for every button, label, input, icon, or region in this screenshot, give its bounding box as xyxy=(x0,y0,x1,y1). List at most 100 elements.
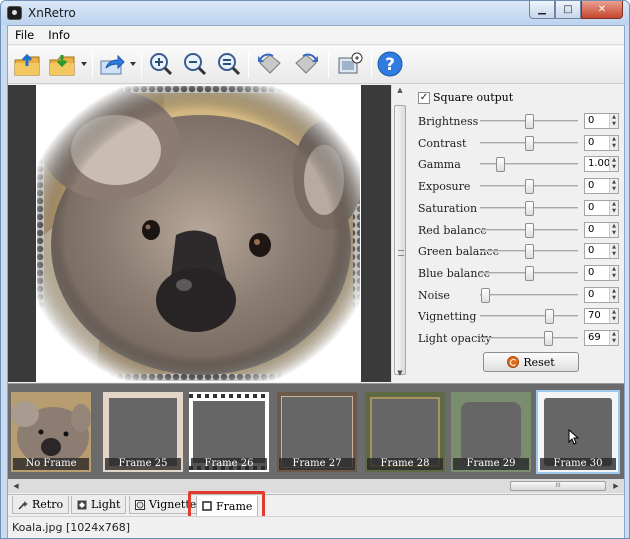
value-spinbox[interactable]: 0 ▲ ▼ xyxy=(584,286,619,303)
spinbox-value[interactable]: 0 xyxy=(588,267,594,278)
spin-up-arrow-icon[interactable]: ▲ xyxy=(610,114,618,121)
slider-thumb[interactable] xyxy=(525,265,534,281)
value-spinbox[interactable]: 69 ▲ ▼ xyxy=(584,330,619,346)
checkbox-check-icon[interactable]: ✓ xyxy=(418,91,430,104)
value-spinbox[interactable]: 0 ▲ ▼ xyxy=(584,134,619,151)
zoom-in-button[interactable] xyxy=(146,49,176,79)
spin-up-arrow-icon[interactable]: ▲ xyxy=(610,288,618,295)
spinbox-value[interactable]: 0 xyxy=(588,202,594,213)
slider-thumb[interactable] xyxy=(525,200,534,216)
rotate-right-button[interactable] xyxy=(291,49,321,79)
value-spinbox[interactable]: 0 ▲ ▼ xyxy=(584,221,619,238)
spin-down-arrow-icon[interactable]: ▼ xyxy=(610,273,618,280)
slider-track[interactable] xyxy=(480,179,578,195)
scroll-down-arrow-icon[interactable]: ▼ xyxy=(392,369,408,383)
slider-track[interactable] xyxy=(480,135,578,151)
spinbox-value[interactable]: 69 xyxy=(588,332,601,343)
value-spinbox[interactable]: 0 ▲ ▼ xyxy=(584,264,619,281)
spin-up-arrow-icon[interactable]: ▲ xyxy=(610,157,618,164)
tab-retro[interactable]: Retro xyxy=(12,496,70,514)
slider-track[interactable] xyxy=(480,309,578,325)
maximize-button[interactable]: □ xyxy=(555,1,581,19)
rotate-left-button[interactable] xyxy=(255,49,285,79)
slider-track[interactable] xyxy=(480,222,578,238)
spinbox-value[interactable]: 0 xyxy=(588,224,594,235)
menu-file[interactable]: File xyxy=(15,28,34,44)
slider-thumb[interactable] xyxy=(525,135,534,151)
frame-thumb-29[interactable]: Frame 29 xyxy=(451,392,531,472)
spinbox-value[interactable]: 70 xyxy=(588,310,601,321)
title-bar[interactable]: XnRetro ▁ □ ✕ xyxy=(1,1,629,25)
spin-up-arrow-icon[interactable]: ▲ xyxy=(610,244,618,251)
spin-down-arrow-icon[interactable]: ▼ xyxy=(610,121,618,128)
slider-track[interactable] xyxy=(480,265,578,281)
share-dropdown-arrow-icon[interactable] xyxy=(130,62,136,66)
spinbox-value[interactable]: 0 xyxy=(588,115,594,126)
scroll-thumb[interactable] xyxy=(394,105,406,375)
slider-track[interactable] xyxy=(480,331,578,346)
frame-thumb-25[interactable]: Frame 25 xyxy=(103,392,183,472)
spin-down-arrow-icon[interactable]: ▼ xyxy=(610,251,618,258)
value-spinbox[interactable]: 0 ▲ ▼ xyxy=(584,199,619,216)
slider-thumb[interactable] xyxy=(495,157,505,173)
slider-thumb[interactable] xyxy=(525,222,534,238)
share-button[interactable] xyxy=(97,49,127,79)
zoom-out-button[interactable] xyxy=(180,49,210,79)
value-spinbox[interactable]: 0 ▲ ▼ xyxy=(584,178,619,195)
slider-thumb[interactable] xyxy=(525,179,534,195)
value-spinbox[interactable]: 0 ▲ ▼ xyxy=(584,243,619,260)
slider-track[interactable] xyxy=(480,157,578,173)
value-spinbox[interactable]: 70 ▲ ▼ xyxy=(584,308,619,325)
zoom-fit-button[interactable] xyxy=(214,49,244,79)
scroll-up-arrow-icon[interactable]: ▲ xyxy=(392,86,408,100)
spin-up-arrow-icon[interactable]: ▲ xyxy=(610,309,618,316)
scroll-left-arrow-icon[interactable]: ◀ xyxy=(10,480,22,492)
value-spinbox[interactable]: 1.00 ▲ ▼ xyxy=(584,156,619,173)
frame-thumb-30[interactable]: Frame 30 xyxy=(538,392,618,472)
slider-track[interactable] xyxy=(480,287,578,303)
spinbox-value[interactable]: 0 xyxy=(588,180,594,191)
spin-up-arrow-icon[interactable]: ▲ xyxy=(610,136,618,143)
koala-preview-image[interactable] xyxy=(36,85,361,382)
frames-horizontal-scrollbar[interactable]: ◀ III ▶ xyxy=(8,479,624,493)
spin-up-arrow-icon[interactable]: ▲ xyxy=(610,223,618,230)
spinbox-value[interactable]: 0 xyxy=(588,137,594,148)
spin-down-arrow-icon[interactable]: ▼ xyxy=(610,316,618,323)
spinbox-value[interactable]: 0 xyxy=(588,245,594,256)
minimize-button[interactable]: ▁ xyxy=(529,1,555,19)
help-button[interactable]: ? xyxy=(375,49,405,79)
scroll-right-arrow-icon[interactable]: ▶ xyxy=(610,480,622,492)
hscroll-thumb[interactable]: III xyxy=(510,481,606,491)
xnretro-app-icon[interactable] xyxy=(7,6,22,20)
spin-up-arrow-icon[interactable]: ▲ xyxy=(610,201,618,208)
menu-info[interactable]: Info xyxy=(48,28,70,44)
spin-down-arrow-icon[interactable]: ▼ xyxy=(610,164,618,171)
settings-vertical-scrollbar[interactable]: ▲ ▼ xyxy=(391,85,408,382)
spin-down-arrow-icon[interactable]: ▼ xyxy=(610,143,618,150)
reset-button[interactable]: Reset xyxy=(483,352,579,372)
slider-thumb[interactable] xyxy=(525,114,534,129)
square-output-checkbox[interactable]: ✓ Square output xyxy=(418,91,513,104)
spin-down-arrow-icon[interactable]: ▼ xyxy=(610,208,618,215)
open-file-button[interactable] xyxy=(12,49,42,79)
spin-up-arrow-icon[interactable]: ▲ xyxy=(610,266,618,273)
slider-thumb[interactable] xyxy=(544,309,554,325)
save-dropdown-arrow-icon[interactable] xyxy=(81,62,87,66)
frame-thumb-26[interactable]: Frame 26 xyxy=(189,392,269,472)
tab-light[interactable]: Light xyxy=(71,496,127,514)
spin-down-arrow-icon[interactable]: ▼ xyxy=(610,338,618,345)
spin-up-arrow-icon[interactable]: ▲ xyxy=(610,179,618,186)
spin-down-arrow-icon[interactable]: ▼ xyxy=(610,186,618,193)
spinbox-value[interactable]: 0 xyxy=(588,289,594,300)
slider-track[interactable] xyxy=(480,200,578,216)
save-file-button[interactable] xyxy=(47,49,77,79)
slider-thumb[interactable] xyxy=(543,331,553,346)
slider-thumb[interactable] xyxy=(525,244,534,260)
spin-up-arrow-icon[interactable]: ▲ xyxy=(610,331,618,338)
value-spinbox[interactable]: 0 ▲ ▼ xyxy=(584,113,619,129)
frame-thumb-no-frame[interactable]: No Frame xyxy=(11,392,91,472)
close-button[interactable]: ✕ xyxy=(581,1,623,19)
spin-down-arrow-icon[interactable]: ▼ xyxy=(610,295,618,302)
frame-thumb-28[interactable]: Frame 28 xyxy=(365,392,445,472)
spinbox-value[interactable]: 1.00 xyxy=(588,158,610,169)
